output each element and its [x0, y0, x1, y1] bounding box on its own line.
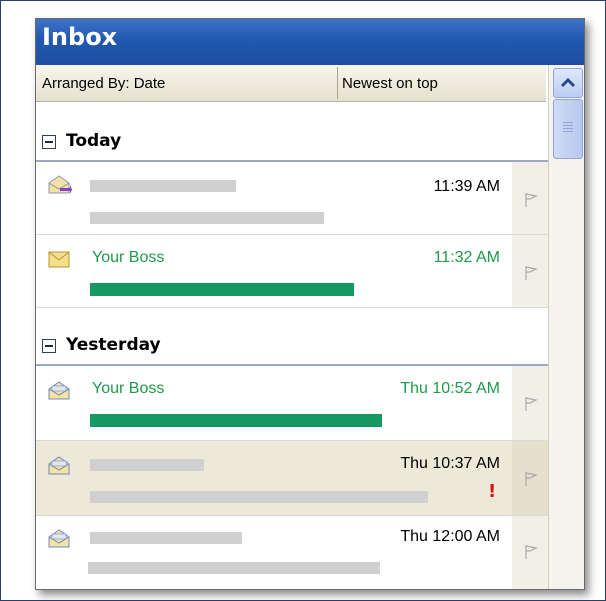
flag-column[interactable] [512, 235, 548, 307]
high-importance-icon: ! [488, 481, 497, 502]
message-row[interactable]: Your Boss Thu 10:52 AM [36, 366, 548, 441]
arranged-by-button[interactable]: Arranged By: Date [42, 75, 165, 92]
flag-column[interactable] [512, 162, 548, 234]
message-time: Thu 10:37 AM [400, 455, 500, 472]
message-time: Thu 12:00 AM [400, 528, 500, 545]
scroll-up-icon [560, 77, 576, 88]
subject-redacted-bar [90, 283, 354, 296]
subject-redacted-bar [90, 491, 428, 503]
sender-redacted-bar [90, 532, 242, 544]
inbox-title: Inbox [42, 23, 118, 51]
flag-icon [525, 266, 538, 280]
thumb-grip [563, 131, 573, 132]
flag-icon [525, 472, 538, 486]
subject-redacted-bar [88, 562, 380, 574]
vertical-scrollbar[interactable] [548, 65, 584, 589]
collapse-icon[interactable] [42, 339, 56, 353]
flag-icon [525, 193, 538, 207]
window-frame: Inbox Arranged By: Date Newest on top To… [0, 0, 606, 601]
flag-column[interactable] [512, 441, 548, 515]
group-title: Yesterday [66, 335, 161, 355]
arrange-divider [337, 67, 338, 99]
thumb-grip [563, 122, 573, 123]
collapse-icon[interactable] [42, 135, 56, 149]
flag-icon [525, 397, 538, 411]
subject-redacted-bar [90, 414, 382, 427]
message-row[interactable]: 11:39 AM [36, 162, 548, 235]
flag-icon [525, 545, 538, 559]
sender-name: Your Boss [92, 380, 165, 397]
flag-column[interactable] [512, 516, 548, 589]
subject-redacted-bar [90, 212, 324, 224]
group-title: Today [66, 131, 122, 151]
message-time: 11:39 AM [433, 178, 500, 195]
message-row[interactable]: Your Boss 11:32 AM [36, 235, 548, 308]
sort-order-button[interactable]: Newest on top [342, 75, 438, 92]
group-header-yesterday[interactable]: Yesterday [36, 324, 548, 366]
group-header-today[interactable]: Today [36, 120, 548, 162]
thumb-grip [563, 125, 573, 126]
message-time: 11:32 AM [433, 249, 500, 266]
message-row[interactable]: Thu 12:00 AM [36, 516, 548, 589]
sender-redacted-bar [90, 459, 204, 471]
flag-column[interactable] [512, 366, 548, 440]
scroll-up-button[interactable] [553, 68, 583, 98]
title-bar: Inbox [36, 19, 584, 65]
sender-redacted-bar [90, 180, 236, 192]
envelope-closed-icon [48, 251, 70, 268]
message-row-selected[interactable]: Thu 10:37 AM ! [36, 441, 548, 516]
envelope-open-icon [48, 529, 70, 548]
envelope-forward-icon [48, 175, 72, 194]
sender-name: Your Boss [92, 249, 165, 266]
inbox-panel: Inbox Arranged By: Date Newest on top To… [35, 18, 585, 590]
scroll-thumb[interactable] [553, 99, 583, 159]
message-time: Thu 10:52 AM [400, 380, 500, 397]
thumb-grip [563, 128, 573, 129]
envelope-open-icon [48, 456, 70, 475]
arrange-bar: Arranged By: Date Newest on top [36, 65, 546, 102]
envelope-open-icon [48, 381, 70, 400]
